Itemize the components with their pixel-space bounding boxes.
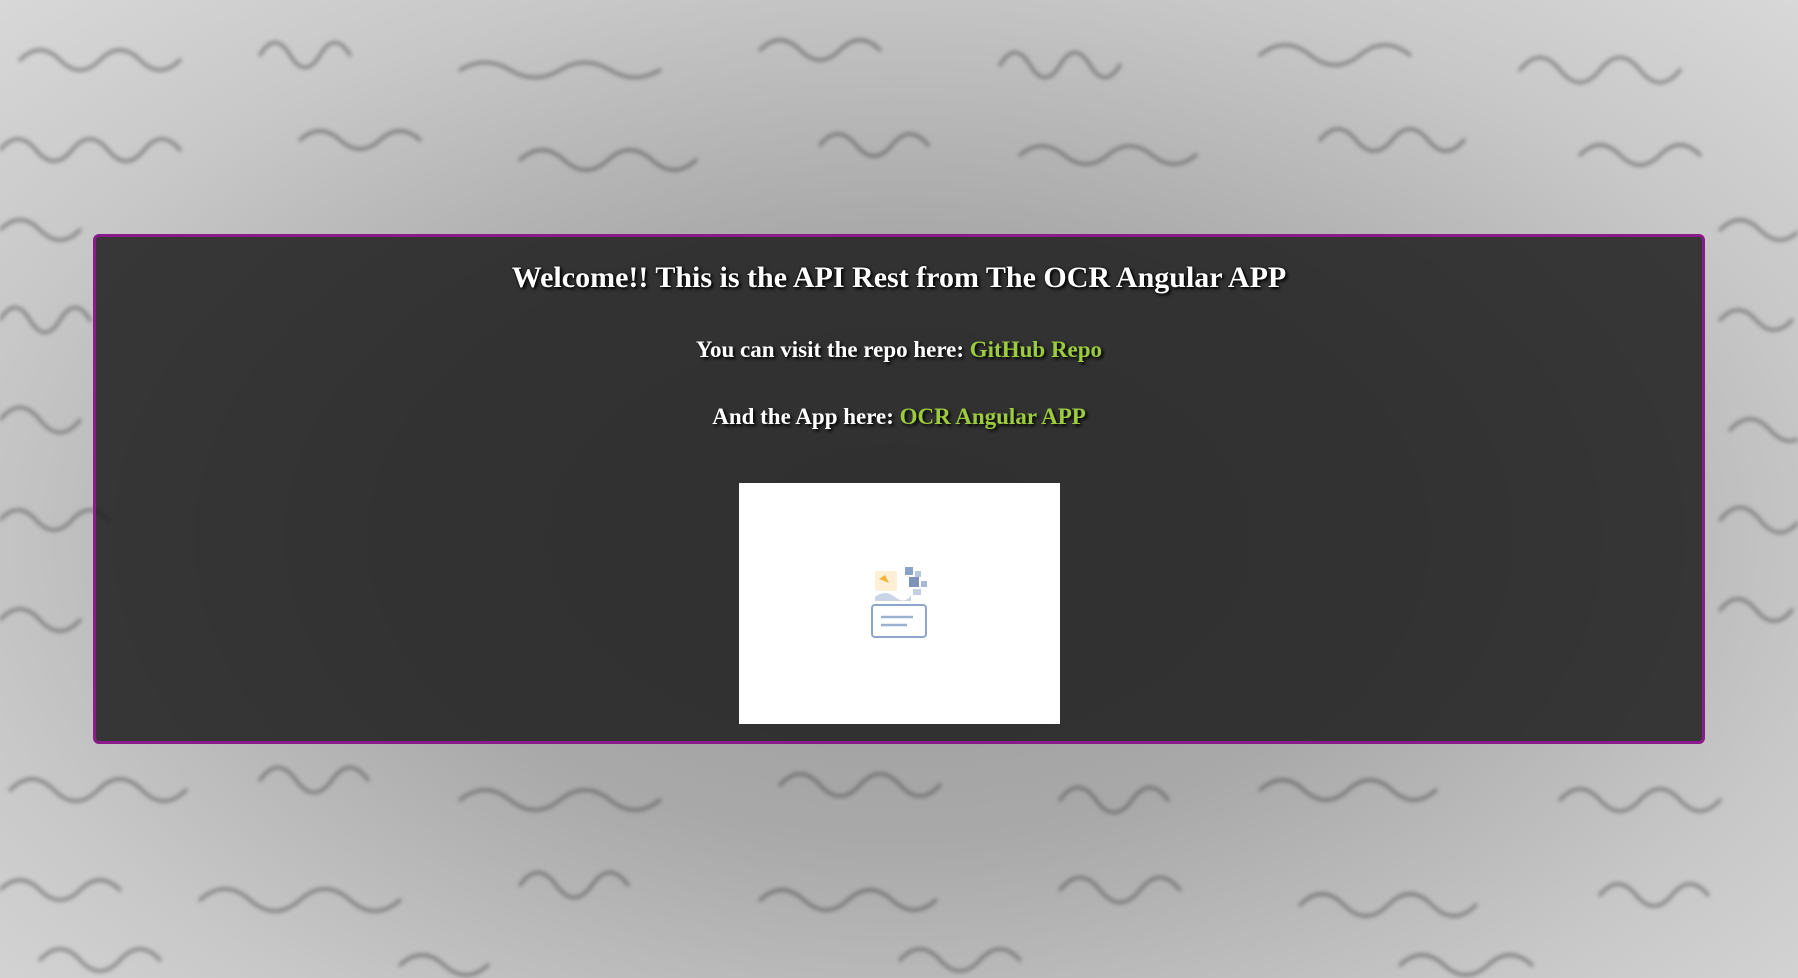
repo-prefix: You can visit the repo here: [695, 337, 965, 362]
broken-image-icon [871, 567, 927, 638]
app-prefix: And the App here: [712, 404, 894, 429]
app-line: And the App here: OCR Angular APP [96, 404, 1702, 430]
welcome-panel: Welcome!! This is the API Rest from The … [93, 234, 1705, 744]
ocr-angular-app-link[interactable]: OCR Angular APP [900, 404, 1086, 429]
repo-line: You can visit the repo here: GitHub Repo [96, 337, 1702, 363]
page-title: Welcome!! This is the API Rest from The … [511, 261, 1287, 294]
preview-image [739, 483, 1060, 724]
github-repo-link[interactable]: GitHub Repo [970, 337, 1102, 362]
